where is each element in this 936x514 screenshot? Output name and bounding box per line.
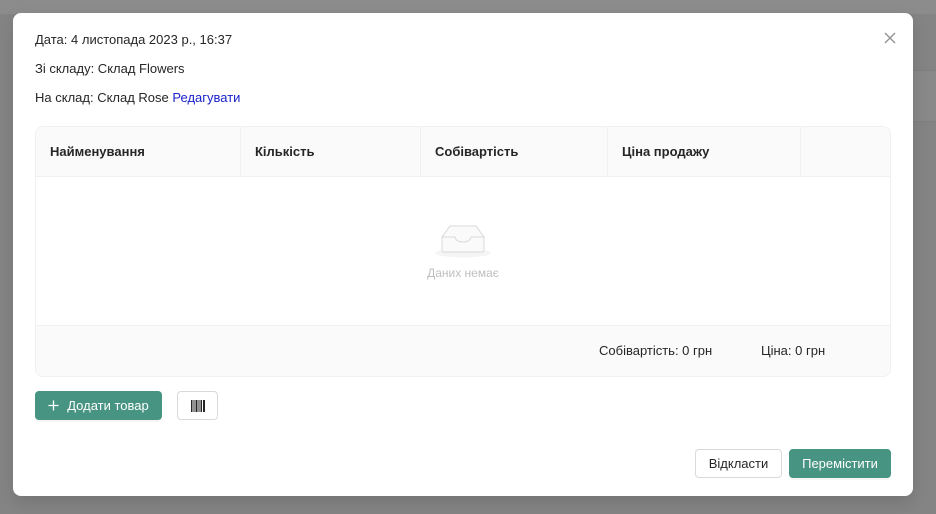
empty-inbox-icon <box>435 225 491 258</box>
column-header-sale-price[interactable]: Ціна продажу <box>608 127 801 177</box>
column-header-name[interactable]: Найменування <box>36 127 241 177</box>
column-header-actions <box>801 127 890 176</box>
empty-state: Даних немає <box>36 177 890 326</box>
price-total: Ціна: 0 грн <box>761 343 826 358</box>
close-icon <box>884 32 896 44</box>
add-product-button[interactable]: Додати товар <box>35 391 162 420</box>
date-line: Дата: 4 листопада 2023 р., 16:37 <box>35 32 233 47</box>
add-product-label: Додати товар <box>67 398 149 413</box>
plus-icon <box>48 400 59 411</box>
move-button[interactable]: Перемістити <box>789 449 891 478</box>
transfer-modal: Дата: 4 листопада 2023 р., 16:37 Зі скла… <box>13 13 913 496</box>
barcode-scan-button[interactable] <box>177 391 218 420</box>
table-summary: Собівартість: 0 грн Ціна: 0 грн <box>36 326 890 376</box>
to-warehouse-line: На склад: Склад Rose Редагувати <box>35 90 240 106</box>
cost-total: Собівартість: 0 грн <box>599 343 713 358</box>
empty-text: Даних немає <box>427 266 499 280</box>
close-button[interactable] <box>881 29 899 47</box>
from-warehouse-line: Зі складу: Склад Flowers <box>35 61 185 76</box>
column-header-quantity[interactable]: Кількість <box>241 127 421 177</box>
defer-button[interactable]: Відкласти <box>695 449 782 478</box>
edit-link[interactable]: Редагувати <box>172 90 240 105</box>
barcode-icon <box>190 399 205 412</box>
items-table: Найменування Кількість Собівартість Ціна… <box>35 126 891 377</box>
to-warehouse-text: На склад: Склад Rose <box>35 90 169 105</box>
move-label: Перемістити <box>802 456 878 471</box>
defer-label: Відкласти <box>708 456 769 471</box>
column-header-cost[interactable]: Собівартість <box>421 127 608 177</box>
table-header: Найменування Кількість Собівартість Ціна… <box>36 127 890 177</box>
